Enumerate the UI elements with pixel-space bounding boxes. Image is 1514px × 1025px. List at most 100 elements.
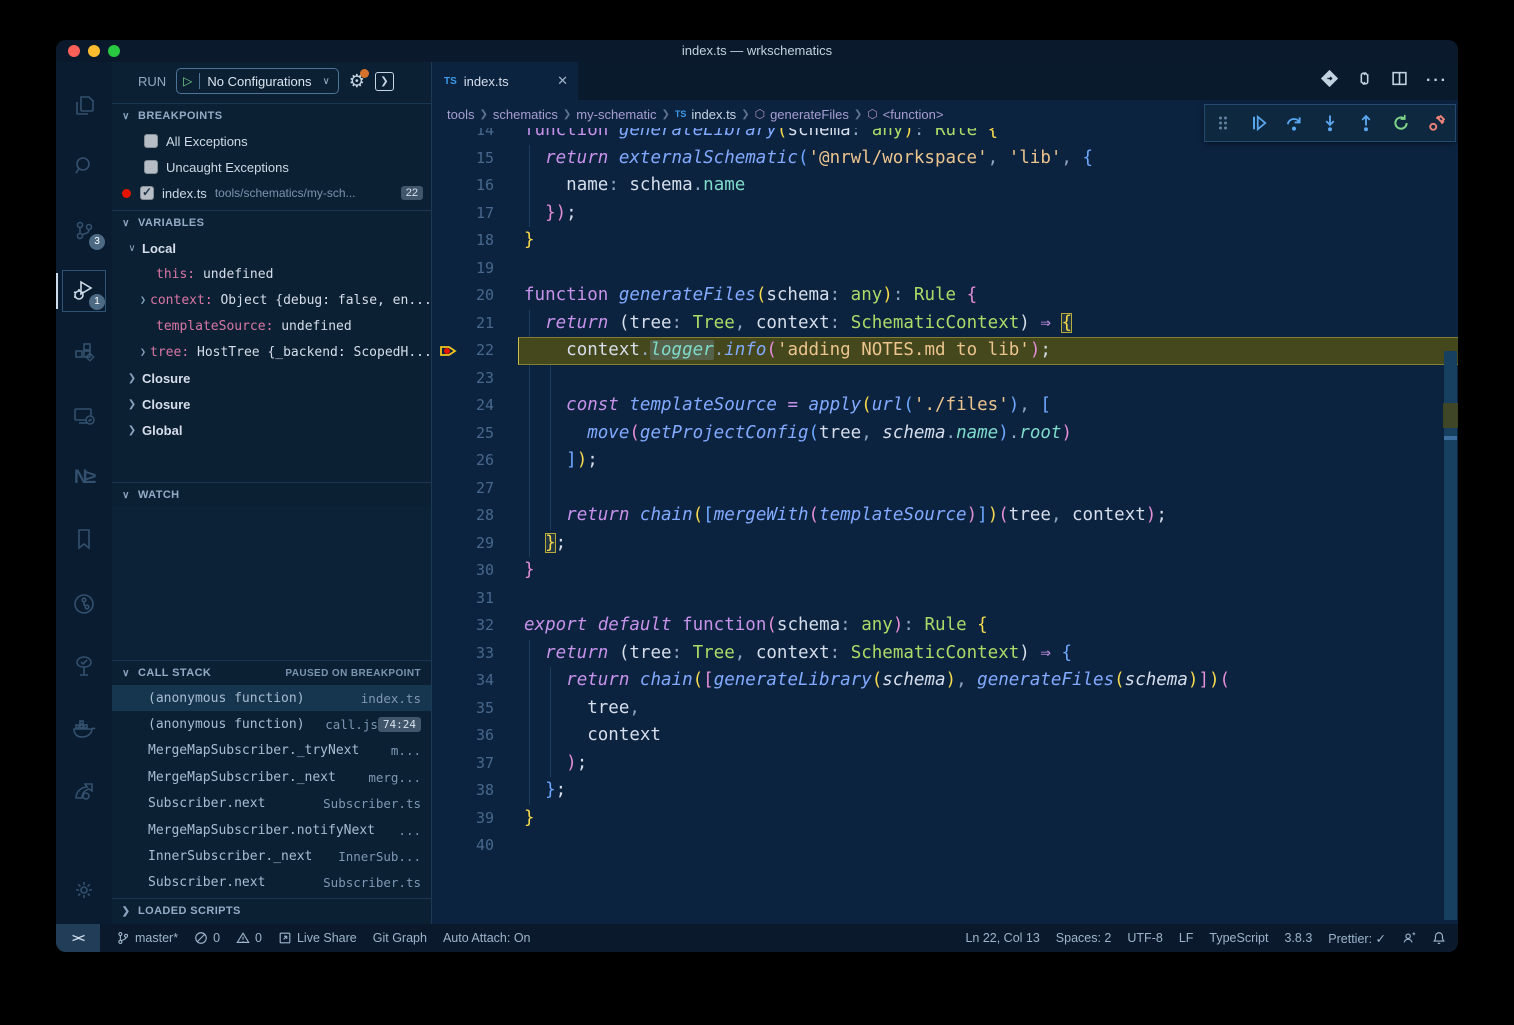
code-line-38[interactable]: 38 }; bbox=[432, 777, 1458, 805]
activity-settings[interactable] bbox=[56, 864, 112, 916]
line-number[interactable]: 27 bbox=[432, 475, 494, 503]
variables-scope-row[interactable]: ∨Local bbox=[112, 235, 431, 261]
status-errors[interactable]: 0 bbox=[194, 931, 220, 945]
line-number[interactable]: 21 bbox=[432, 310, 494, 338]
line-number[interactable]: 20 bbox=[432, 282, 494, 310]
code-line-37[interactable]: 37 ); bbox=[432, 750, 1458, 778]
line-number[interactable]: 33 bbox=[432, 640, 494, 668]
start-debugging-icon[interactable]: ▷ bbox=[183, 74, 192, 88]
activity-source-control[interactable]: 3 bbox=[56, 205, 112, 257]
line-number[interactable]: 34 bbox=[432, 667, 494, 695]
configure-gear-button[interactable]: ⚙ bbox=[349, 71, 365, 92]
activity-project-manager[interactable] bbox=[56, 765, 112, 817]
breakpoint-row[interactable]: Uncaught Exceptions bbox=[112, 154, 431, 180]
step-into-button[interactable] bbox=[1317, 110, 1343, 136]
status-feedback[interactable] bbox=[1402, 931, 1416, 945]
activity-extensions[interactable] bbox=[56, 327, 112, 379]
line-number[interactable]: 29 bbox=[432, 530, 494, 558]
status-language-mode[interactable]: TypeScript bbox=[1209, 931, 1268, 945]
code-line-31[interactable]: 31 bbox=[432, 585, 1458, 613]
line-number[interactable]: 37 bbox=[432, 750, 494, 778]
variable-row[interactable]: templateSource: undefined bbox=[112, 313, 431, 339]
breakpoint-row[interactable]: All Exceptions bbox=[112, 128, 431, 154]
variable-row[interactable]: ❯context: Object {debug: false, en... bbox=[112, 287, 431, 313]
step-out-button[interactable] bbox=[1353, 110, 1379, 136]
line-number[interactable]: 16 bbox=[432, 172, 494, 200]
code-line-23[interactable]: 23 bbox=[432, 365, 1458, 393]
breadcrumb-item[interactable]: <function> bbox=[883, 107, 944, 122]
code-line-16[interactable]: 16 name: schema.name bbox=[432, 172, 1458, 200]
code-line-33[interactable]: 33 return (tree: Tree, context: Schemati… bbox=[432, 640, 1458, 668]
line-number[interactable]: 30 bbox=[432, 557, 494, 585]
status-eol[interactable]: LF bbox=[1179, 931, 1194, 945]
variables-header[interactable]: ∨ VARIABLES bbox=[112, 210, 431, 235]
status-git-graph[interactable]: Git Graph bbox=[373, 931, 427, 945]
activity-explorer[interactable] bbox=[56, 80, 112, 132]
line-number[interactable]: 23 bbox=[432, 365, 494, 393]
code-line-28[interactable]: 28 return chain([mergeWith(templateSourc… bbox=[432, 502, 1458, 530]
code-line-17[interactable]: 17 }); bbox=[432, 200, 1458, 228]
activity-remote-explorer[interactable] bbox=[56, 390, 112, 442]
code-line-36[interactable]: 36 context bbox=[432, 722, 1458, 750]
close-tab-icon[interactable]: ✕ bbox=[557, 73, 568, 89]
code-line-15[interactable]: 15 return externalSchematic('@nrwl/works… bbox=[432, 145, 1458, 173]
status-encoding[interactable]: UTF-8 bbox=[1127, 931, 1162, 945]
code-line-39[interactable]: 39} bbox=[432, 805, 1458, 833]
code-line-27[interactable]: 27 bbox=[432, 475, 1458, 503]
code-line-24[interactable]: 24 const templateSource = apply(url('./f… bbox=[432, 392, 1458, 420]
breakpoint-checkbox[interactable] bbox=[144, 160, 158, 174]
status-prettier[interactable]: Prettier: ✓ bbox=[1328, 931, 1386, 946]
code-line-26[interactable]: 26 ]); bbox=[432, 447, 1458, 475]
code-line-29[interactable]: 29 }; bbox=[432, 530, 1458, 558]
status-auto-attach[interactable]: Auto Attach: On bbox=[443, 931, 531, 945]
line-number[interactable]: 36 bbox=[432, 722, 494, 750]
line-number[interactable]: 17 bbox=[432, 200, 494, 228]
code-line-34[interactable]: 34 return chain([generateLibrary(schema)… bbox=[432, 667, 1458, 695]
line-number[interactable]: 32 bbox=[432, 612, 494, 640]
status-live-share[interactable]: Live Share bbox=[278, 931, 357, 945]
more-actions-icon[interactable]: ··· bbox=[1426, 72, 1448, 90]
continue-button[interactable] bbox=[1246, 110, 1272, 136]
breadcrumb-item[interactable]: generateFiles bbox=[770, 107, 849, 122]
watch-header[interactable]: ∨ WATCH bbox=[112, 482, 431, 507]
sync-changes-icon[interactable] bbox=[1356, 70, 1373, 92]
breakpoint-checkbox[interactable] bbox=[144, 134, 158, 148]
activity-git-history[interactable] bbox=[56, 578, 112, 630]
open-changes-icon[interactable] bbox=[1321, 70, 1338, 92]
status-ts-version[interactable]: 3.8.3 bbox=[1284, 931, 1312, 945]
breadcrumb-item[interactable]: index.ts bbox=[691, 107, 736, 122]
call-stack-frame[interactable]: (anonymous function)index.ts bbox=[112, 685, 431, 711]
status-warnings[interactable]: 0 bbox=[236, 931, 262, 945]
breakpoint-row[interactable]: index.tstools/schematics/my-sch...22 bbox=[112, 180, 431, 206]
call-stack-frame[interactable]: InnerSubscriber._nextInnerSub... bbox=[112, 843, 431, 869]
split-editor-icon[interactable] bbox=[1391, 70, 1408, 92]
activity-run-and-debug[interactable]: 1 bbox=[56, 265, 112, 317]
code-area[interactable]: 14function generateLibrary(schema: any):… bbox=[432, 128, 1458, 924]
call-stack-frame[interactable]: (anonymous function)call.js74:24 bbox=[112, 711, 431, 737]
tab-index-ts[interactable]: TS index.ts ✕ bbox=[432, 62, 578, 100]
call-stack-frame[interactable]: Subscriber.nextSubscriber.ts bbox=[112, 870, 431, 896]
status-remote-indicator[interactable]: >< bbox=[56, 924, 100, 952]
status-notifications[interactable] bbox=[1432, 931, 1446, 945]
code-line-30[interactable]: 30} bbox=[432, 557, 1458, 585]
code-line-35[interactable]: 35 tree, bbox=[432, 695, 1458, 723]
line-number[interactable]: 35 bbox=[432, 695, 494, 723]
call-stack-frame[interactable]: Subscriber.nextSubscriber.ts bbox=[112, 791, 431, 817]
code-line-19[interactable]: 19 bbox=[432, 255, 1458, 283]
line-number[interactable]: 38 bbox=[432, 777, 494, 805]
status-git-branch[interactable]: master* bbox=[116, 931, 178, 945]
activity-docker[interactable] bbox=[56, 702, 112, 754]
activity-nx-console[interactable]: N≥ bbox=[56, 452, 112, 504]
variable-row[interactable]: this: undefined bbox=[112, 261, 431, 287]
code-line-18[interactable]: 18} bbox=[432, 227, 1458, 255]
line-number[interactable]: 39 bbox=[432, 805, 494, 833]
call-stack-header[interactable]: ∨ CALL STACK PAUSED ON BREAKPOINT bbox=[112, 660, 431, 685]
code-line-32[interactable]: 32export default function(schema: any): … bbox=[432, 612, 1458, 640]
line-number[interactable]: 19 bbox=[432, 255, 494, 283]
line-number[interactable]: 25 bbox=[432, 420, 494, 448]
code-line-20[interactable]: 20function generateFiles(schema: any): R… bbox=[432, 282, 1458, 310]
breadcrumb-item[interactable]: schematics bbox=[493, 107, 558, 122]
call-stack-frame[interactable]: MergeMapSubscriber._nextmerg... bbox=[112, 764, 431, 790]
loaded-scripts-header[interactable]: ❯ LOADED SCRIPTS bbox=[112, 898, 431, 923]
code-line-25[interactable]: 25 move(getProjectConfig(tree, schema.na… bbox=[432, 420, 1458, 448]
